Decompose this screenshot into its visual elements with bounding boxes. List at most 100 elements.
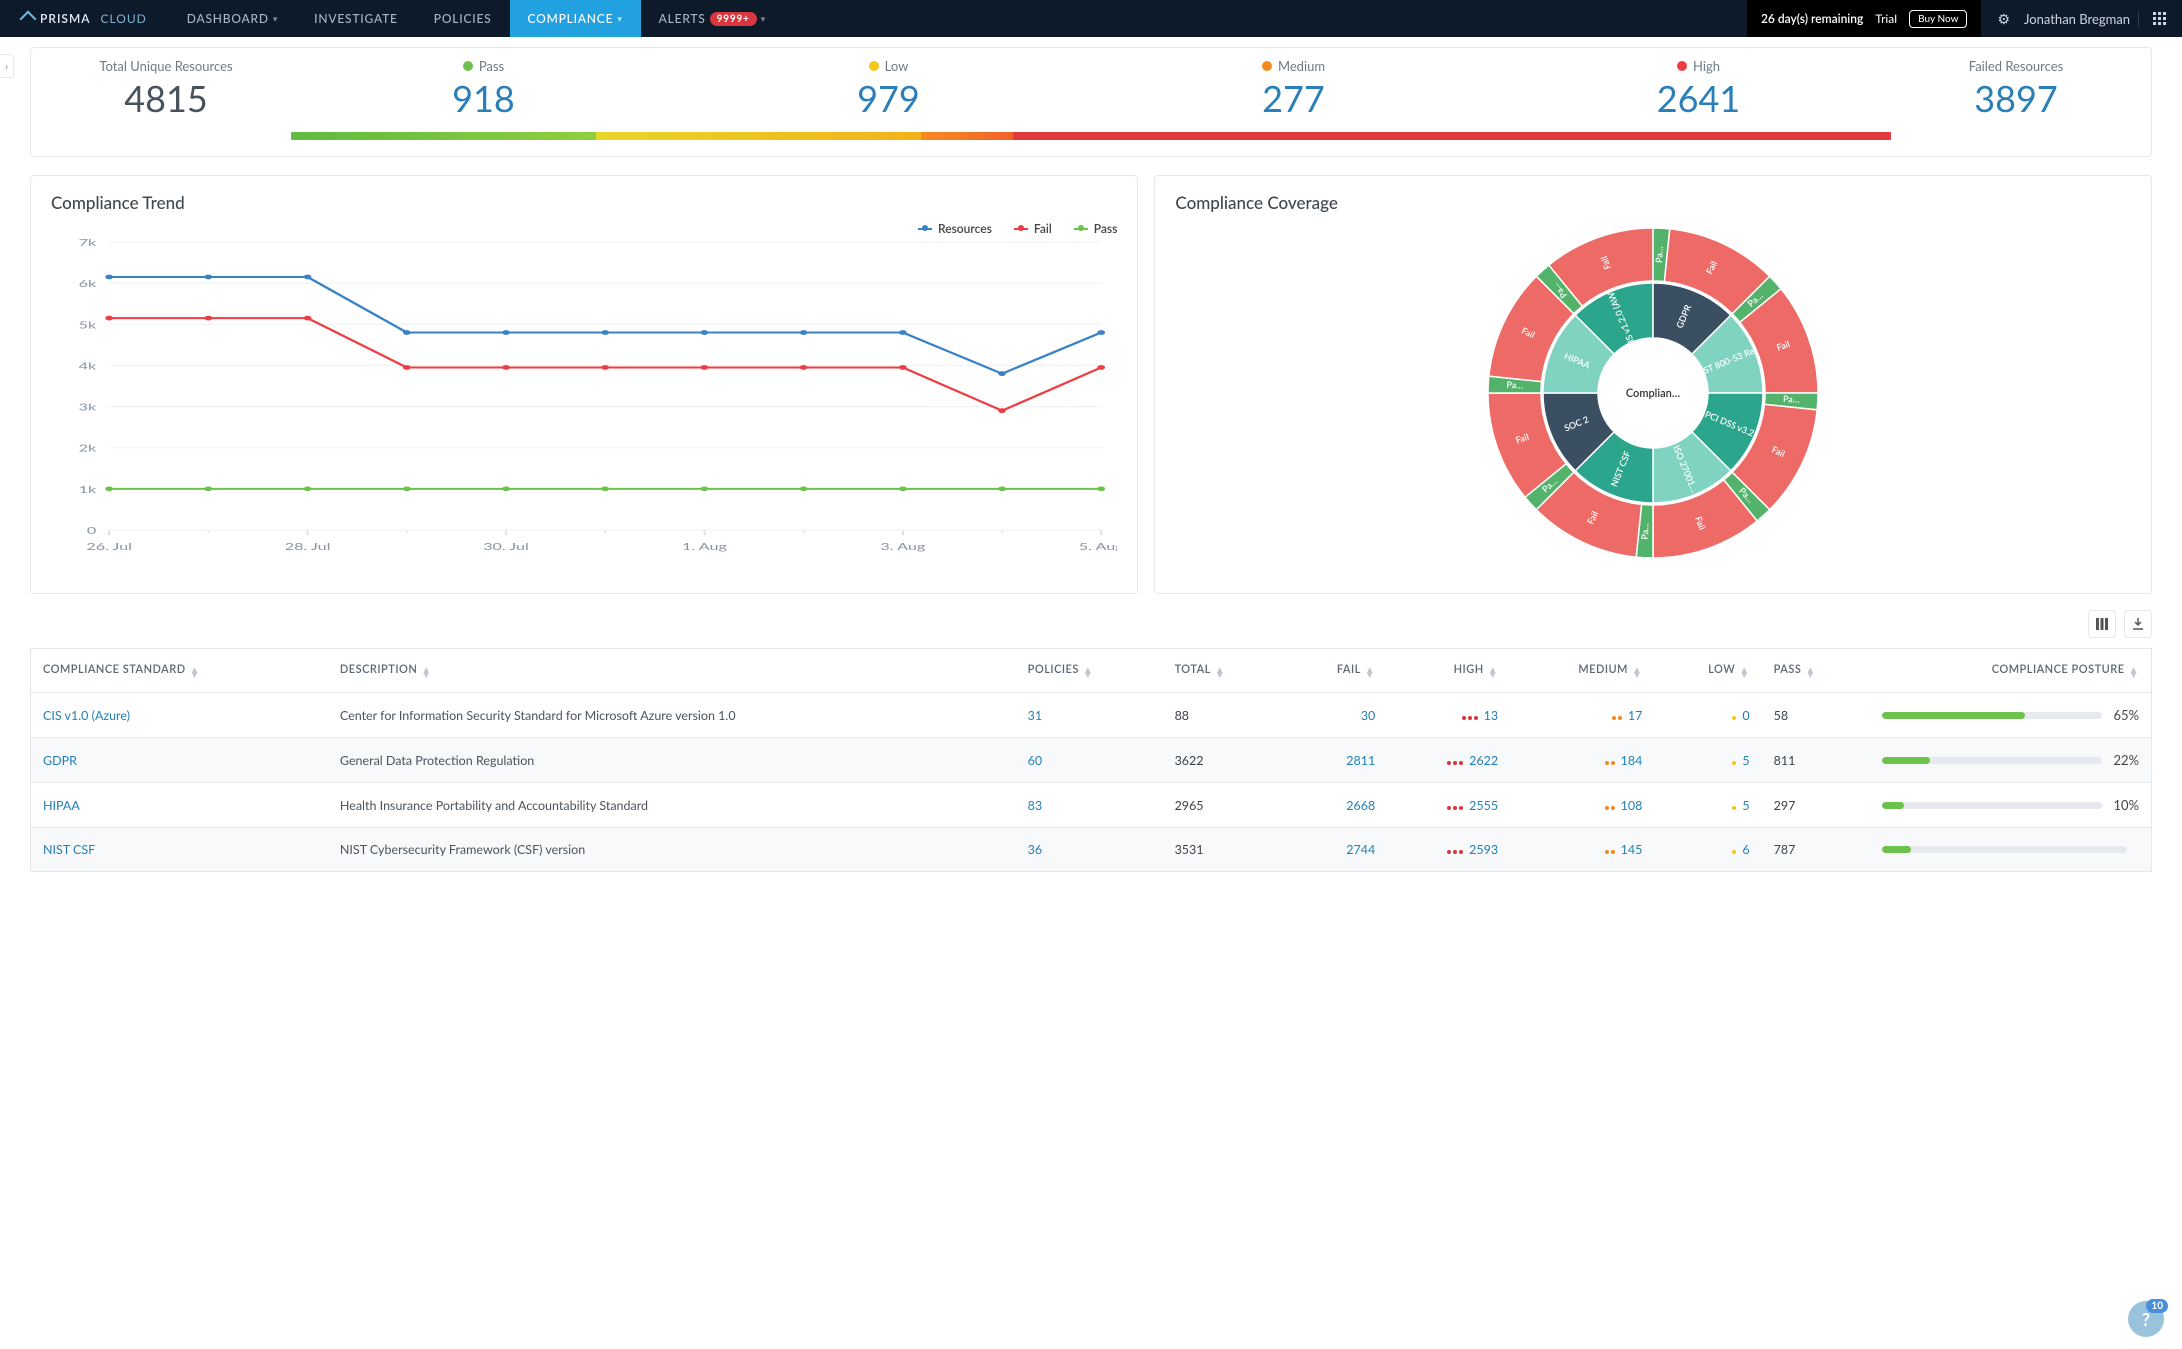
sort-icon: ▲▼ — [1488, 668, 1498, 678]
cell-low[interactable]: 5 — [1654, 738, 1761, 783]
cell-low[interactable]: 5 — [1654, 783, 1761, 828]
legend-fail[interactable]: Fail — [1014, 221, 1052, 236]
posture-pct: 22% — [2114, 752, 2140, 768]
cell-fail[interactable]: 2668 — [1285, 783, 1387, 828]
cell-medium[interactable]: 108 — [1510, 783, 1654, 828]
th-high-label: HIGH — [1454, 663, 1484, 676]
summary-medium-value: 277 — [1091, 76, 1496, 120]
summary-failed-value: 3897 — [1901, 76, 2131, 120]
th-fail-label: FAIL — [1337, 663, 1361, 676]
posture-bar — [1882, 802, 2102, 809]
th-high[interactable]: HIGH ▲▼ — [1387, 649, 1510, 693]
th-total-label: TOTAL — [1175, 663, 1211, 676]
user-name[interactable]: Jonathan Bregman — [2024, 11, 2139, 27]
cell-policies[interactable]: 36 — [1016, 828, 1163, 872]
table-row[interactable]: GDPR General Data Protection Regulation … — [31, 738, 2152, 783]
high-severity-icon — [1447, 806, 1463, 810]
th-low[interactable]: LOW▲▼ — [1654, 649, 1761, 693]
sort-icon: ▲▼ — [1215, 668, 1225, 678]
th-total[interactable]: TOTAL ▲▼ — [1163, 649, 1285, 693]
apps-grid-icon[interactable] — [2153, 12, 2166, 25]
high-severity-icon — [1447, 761, 1463, 765]
summary-low-value: 979 — [686, 76, 1091, 120]
table-row[interactable]: NIST CSF NIST Cybersecurity Framework (C… — [31, 828, 2152, 872]
low-severity-icon — [1732, 850, 1736, 854]
svg-text:0: 0 — [87, 524, 97, 536]
cell-policies[interactable]: 31 — [1016, 693, 1163, 738]
cell-posture: 10% — [1870, 783, 2152, 828]
table-row[interactable]: CIS v1.0 (Azure) Center for Information … — [31, 693, 2152, 738]
buy-now-button[interactable]: Buy Now — [1909, 10, 1967, 28]
medium-severity-icon — [1605, 850, 1615, 854]
nav-dashboard[interactable]: DASHBOARD ▾ — [169, 0, 296, 37]
legend-resources[interactable]: Resources — [918, 221, 992, 236]
summary-total-label: Total Unique Resources — [51, 58, 281, 74]
brand-logo[interactable]: PRISMA CLOUD — [0, 0, 169, 37]
th-policies[interactable]: POLICIES▲▼ — [1016, 649, 1163, 693]
cell-standard[interactable]: GDPR — [31, 738, 328, 783]
download-button[interactable] — [2124, 610, 2152, 638]
cell-standard[interactable]: HIPAA — [31, 783, 328, 828]
svg-text:5k: 5k — [79, 319, 97, 331]
cell-pass: 787 — [1762, 828, 1870, 872]
low-severity-icon — [1732, 761, 1736, 765]
summary-low[interactable]: Low 979 — [686, 58, 1091, 120]
th-posture[interactable]: COMPLIANCE POSTURE▲▼ — [1870, 649, 2152, 693]
expand-sidebar-handle[interactable]: › — [0, 54, 14, 78]
help-count-badge: 10 — [2146, 1299, 2168, 1313]
th-fail[interactable]: FAIL ▲▼ — [1285, 649, 1387, 693]
th-pass[interactable]: PASS▲▼ — [1762, 649, 1870, 693]
cell-high[interactable]: 2622 — [1387, 738, 1510, 783]
cell-high[interactable]: 2593 — [1387, 828, 1510, 872]
cell-fail[interactable]: 2811 — [1285, 738, 1387, 783]
summary-failed: Failed Resources 3897 — [1901, 58, 2131, 120]
cell-total: 3622 — [1163, 738, 1285, 783]
th-description[interactable]: DESCRIPTION▲▼ — [328, 649, 1016, 693]
table-row[interactable]: HIPAA Health Insurance Portability and A… — [31, 783, 2152, 828]
cell-policies[interactable]: 60 — [1016, 738, 1163, 783]
cell-description: Center for Information Security Standard… — [328, 693, 1016, 738]
th-standard[interactable]: COMPLIANCE STANDARD▲▼ — [31, 649, 328, 693]
compliance-coverage-chart[interactable]: CIS v1.2.0 (AW…Pa…FailGDPRPa…FailNIST 80… — [1175, 213, 2131, 573]
trial-days-remaining: 26 day(s) remaining — [1761, 11, 1863, 26]
cell-policies[interactable]: 83 — [1016, 783, 1163, 828]
summary-total: Total Unique Resources 4815 — [51, 58, 281, 120]
cell-standard[interactable]: NIST CSF — [31, 828, 328, 872]
summary-pass[interactable]: Pass 918 — [281, 58, 686, 120]
gear-icon[interactable]: ⚙ — [1997, 10, 2010, 28]
nav-investigate[interactable]: INVESTIGATE — [296, 0, 416, 37]
cell-total: 88 — [1163, 693, 1285, 738]
cell-high[interactable]: 2555 — [1387, 783, 1510, 828]
compliance-trend-chart[interactable]: Resources Fail Pass 01k2k3k4k5k6k7k26. J… — [51, 221, 1117, 571]
legend-pass-label: Pass — [1094, 221, 1118, 236]
cell-medium[interactable]: 17 — [1510, 693, 1654, 738]
cell-low[interactable]: 6 — [1654, 828, 1761, 872]
cell-fail[interactable]: 30 — [1285, 693, 1387, 738]
trial-banner: 26 day(s) remaining Trial Buy Now — [1747, 0, 1982, 37]
summary-pass-label: Pass — [479, 58, 504, 74]
cell-fail[interactable]: 2744 — [1285, 828, 1387, 872]
th-posture-label: COMPLIANCE POSTURE — [1992, 663, 2125, 676]
cell-standard[interactable]: CIS v1.0 (Azure) — [31, 693, 328, 738]
svg-text:3k: 3k — [79, 401, 97, 413]
sort-icon: ▲▼ — [1365, 668, 1375, 678]
high-severity-icon — [1447, 850, 1463, 854]
posture-bar — [1882, 846, 2127, 853]
summary-high[interactable]: High 2641 — [1496, 58, 1901, 120]
nav-alerts[interactable]: ALERTS 9999+ ▾ — [641, 0, 784, 37]
th-medium[interactable]: MEDIUM▲▼ — [1510, 649, 1654, 693]
nav-policies[interactable]: POLICIES — [416, 0, 510, 37]
compliance-table: COMPLIANCE STANDARD▲▼ DESCRIPTION▲▼ POLI… — [30, 648, 2152, 872]
help-button[interactable]: ? 10 — [2128, 1301, 2164, 1337]
cell-low[interactable]: 0 — [1654, 693, 1761, 738]
cell-high[interactable]: 13 — [1387, 693, 1510, 738]
nav-right: ⚙ Jonathan Bregman — [1981, 0, 2182, 37]
nav-compliance[interactable]: COMPLIANCE ▾ — [510, 0, 641, 37]
legend-pass[interactable]: Pass — [1074, 221, 1118, 236]
cell-medium[interactable]: 184 — [1510, 738, 1654, 783]
summary-medium[interactable]: Medium 277 — [1091, 58, 1496, 120]
svg-text:4k: 4k — [79, 360, 97, 372]
high-severity-icon — [1462, 716, 1478, 720]
columns-button[interactable] — [2088, 610, 2116, 638]
cell-medium[interactable]: 145 — [1510, 828, 1654, 872]
